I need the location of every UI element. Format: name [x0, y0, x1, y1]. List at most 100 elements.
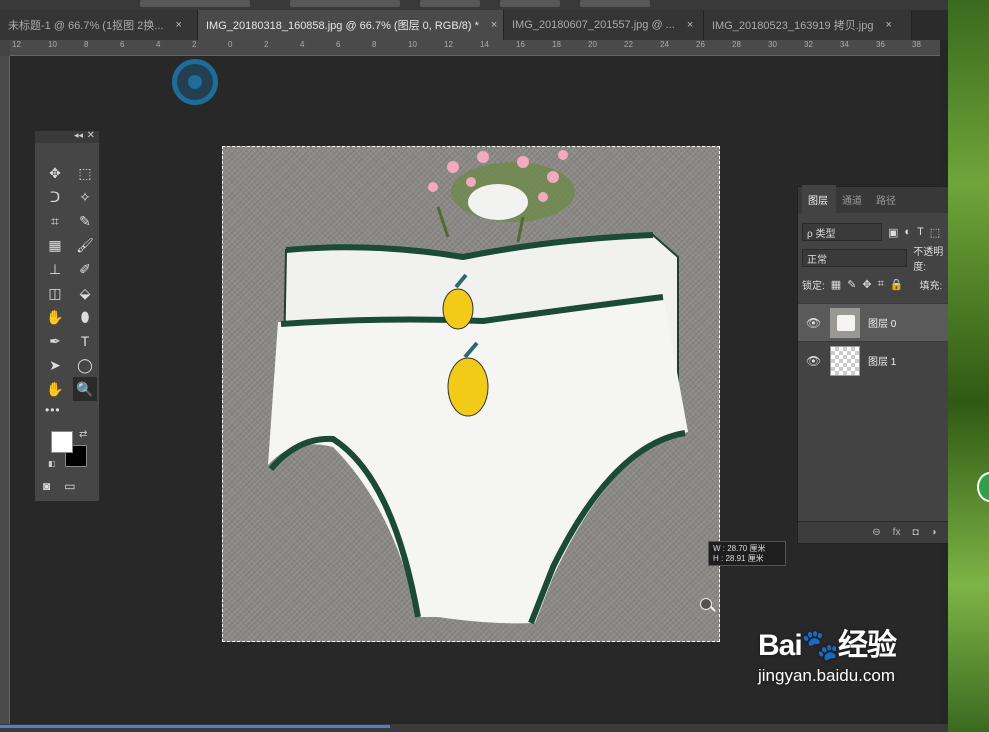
tab-layers[interactable]: 图层 [802, 185, 836, 213]
ruler-tick-label: 36 [876, 40, 885, 49]
marquee-icon[interactable]: ⬚ [73, 161, 97, 185]
document-tabs: 未标题-1 @ 66.7% (1抠图 2换... × IMG_20180318_… [0, 10, 948, 40]
ruler-tick-label: 30 [768, 40, 777, 49]
fx-icon[interactable]: fx [893, 527, 901, 538]
pen-icon[interactable]: ✒ [43, 329, 67, 353]
lock-position-icon[interactable]: ✥ [862, 278, 871, 291]
ruler-tick-label: 6 [120, 40, 125, 49]
tab-document-3[interactable]: IMG_20180607_201557.jpg @ ... × [504, 10, 704, 40]
option-item[interactable] [420, 0, 480, 7]
layer-thumbnail [830, 307, 860, 338]
healing-icon[interactable]: ▦ [43, 233, 67, 257]
lock-pixels-icon[interactable]: ▦ [831, 278, 841, 291]
close-icon[interactable]: × [885, 19, 891, 31]
lasso-icon[interactable]: ᑐ [43, 185, 67, 209]
image-filter-icon[interactable]: ▣ [888, 226, 898, 239]
ruler-tick-label: 10 [48, 40, 57, 49]
ruler-tick-label: 8 [372, 40, 377, 49]
close-icon[interactable]: ✕ [87, 130, 95, 141]
move-icon[interactable]: ✥ [43, 161, 67, 185]
close-icon[interactable]: × [491, 19, 497, 31]
zoom-icon[interactable]: 🔍 [73, 377, 97, 401]
tab-document-1[interactable]: 未标题-1 @ 66.7% (1抠图 2换... × [0, 10, 198, 40]
ruler-tick-label: 38 [912, 40, 921, 49]
layer-name[interactable]: 图层 1 [868, 353, 896, 368]
ruler-tick-label: 12 [12, 40, 21, 49]
lock-all-icon[interactable]: 🔒 [890, 278, 904, 291]
more-tools-icon[interactable]: ••• [35, 403, 99, 417]
ruler-tick-label: 0 [228, 40, 233, 49]
stamp-icon[interactable]: ⊥ [43, 257, 67, 281]
foreground-color-swatch[interactable] [51, 431, 73, 453]
lock-paint-icon[interactable]: ✎ [847, 278, 856, 291]
collapse-icon[interactable]: ◂◂ [74, 130, 83, 141]
close-icon[interactable]: × [175, 19, 181, 31]
ruler-tick-label: 12 [444, 40, 453, 49]
ruler-tick-label: 32 [804, 40, 813, 49]
ruler-tick-label: 4 [156, 40, 161, 49]
hand-icon[interactable]: ✋ [43, 377, 67, 401]
lock-artboard-icon[interactable]: ⌗ [878, 278, 884, 291]
visibility-eye-icon[interactable]: 👁 [806, 316, 822, 330]
ruler-tick-label: 6 [336, 40, 341, 49]
screen-mode-icon[interactable]: ▭ [64, 479, 75, 493]
tool-grid: ✥ ⬚ ᑐ ✧ ⌗ ✎ ▦ 🖌 ⊥ ✐ ◫ ⬙ ✋ ⬮ ✒ T ➤ ◯ ✋ 🔍 [35, 143, 99, 401]
blend-mode-select[interactable]: 正常 [802, 249, 908, 267]
tab-channels[interactable]: 通道 [836, 192, 870, 213]
magic-wand-icon[interactable]: ✧ [73, 185, 97, 209]
blur-icon[interactable]: ⬮ [73, 305, 97, 329]
tab-document-4[interactable]: IMG_20180523_163919 拷贝.jpg × [704, 10, 912, 40]
progress-indicator [0, 725, 390, 728]
eyedropper-icon[interactable]: ✎ [73, 209, 97, 233]
add-mask-icon[interactable]: ◘ [912, 527, 918, 538]
dodge-icon[interactable]: ✋ [43, 305, 67, 329]
status-bar [0, 724, 948, 732]
tab-paths[interactable]: 路径 [870, 192, 904, 213]
link-layers-icon[interactable]: ⊖ [872, 527, 880, 538]
watermark-url: jingyan.baidu.com [758, 666, 896, 685]
width-readout: W : 28.70 厘米 [713, 544, 766, 553]
history-brush-icon[interactable]: ✐ [73, 257, 97, 281]
shape-filter-icon[interactable]: ⬚ [930, 226, 940, 239]
default-colors-icon[interactable]: ◧ [48, 459, 56, 468]
ellipse-icon[interactable]: ◯ [73, 353, 97, 377]
swap-colors-icon[interactable]: ⇄ [79, 429, 87, 440]
option-item[interactable] [500, 0, 560, 7]
desktop-background [948, 0, 989, 732]
close-icon[interactable]: × [687, 19, 693, 31]
path-select-icon[interactable]: ➤ [43, 353, 67, 377]
option-item[interactable] [290, 0, 400, 7]
layer-name[interactable]: 图层 0 [868, 315, 896, 330]
visibility-eye-icon[interactable]: 👁 [806, 354, 822, 368]
option-item[interactable] [140, 0, 250, 7]
options-bar [0, 0, 948, 10]
paint-bucket-icon[interactable]: ⬙ [73, 281, 97, 305]
flower-vase-image [428, 150, 575, 243]
quick-mask-icon[interactable]: ◙ [43, 479, 50, 493]
ruler-tick-label: 4 [300, 40, 305, 49]
crop-icon[interactable]: ⌗ [43, 209, 67, 233]
ruler-tick-label: 18 [552, 40, 561, 49]
ruler-tick-label: 14 [480, 40, 489, 49]
zoom-cursor-icon [700, 598, 712, 610]
type-icon[interactable]: T [73, 329, 97, 353]
tab-document-2[interactable]: IMG_20180318_160858.jpg @ 66.7% (图层 0, R… [198, 10, 504, 40]
layer-filter-select[interactable]: ρ 类型 [802, 223, 882, 241]
ruler-tick-label: 10 [408, 40, 417, 49]
adjustment-layer-icon[interactable]: ◑ [931, 527, 937, 538]
type-filter-icon[interactable]: T [917, 226, 924, 238]
fill-label: 填充: [919, 280, 943, 292]
ruler-corner[interactable] [0, 40, 10, 56]
tab-label: 未标题-1 @ 66.7% (1抠图 2换... [8, 20, 164, 32]
ruler-tick-label: 26 [696, 40, 705, 49]
option-item[interactable] [580, 0, 650, 7]
tools-panel-header[interactable]: ◂◂ ✕ [35, 130, 99, 143]
document-canvas[interactable] [222, 146, 720, 642]
watermark-logo: Bai🐾经验 [758, 629, 897, 662]
horizontal-ruler[interactable]: 12 10 8 6 4 2 0 2 4 6 8 10 12 14 16 18 20 22 24 26 28 30 32 34 3… [10, 40, 940, 56]
eraser-icon[interactable]: ◫ [43, 281, 67, 305]
brush-icon[interactable]: 🖌 [73, 233, 97, 257]
adjustment-filter-icon[interactable]: ◐ [904, 226, 911, 238]
tools-panel: ◂◂ ✕ ✥ ⬚ ᑐ ✧ ⌗ ✎ ▦ 🖌 ⊥ ✐ ◫ ⬙ ✋ ⬮ ✒ T ➤ ◯ ✋ 🔍 ••• ⇄ ◧ ◙ ▭ [34, 130, 100, 502]
vertical-ruler[interactable] [0, 56, 10, 726]
